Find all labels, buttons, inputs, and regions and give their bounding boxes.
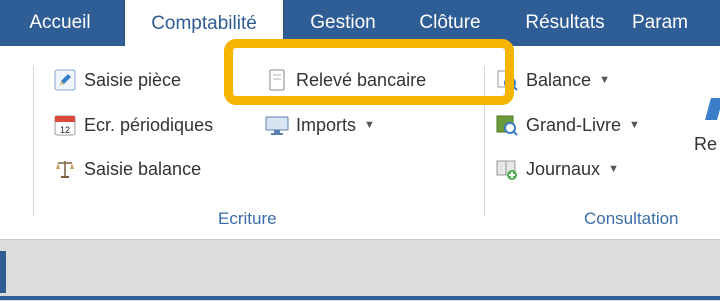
saisie-piece-label: Saisie pièce	[84, 69, 182, 90]
ledger-search-icon	[494, 112, 520, 138]
ribbon-separator-middle	[484, 66, 485, 216]
pencil-icon	[52, 67, 78, 93]
chevron-down-icon: ▼	[629, 119, 640, 131]
imports-label: Imports	[296, 114, 357, 135]
partial-report-label: Re	[694, 134, 718, 154]
tab-parametres[interactable]: Param	[632, 0, 720, 46]
journaux-label: Journaux	[526, 158, 601, 179]
saisie-piece-button[interactable]: Saisie pièce	[52, 67, 181, 93]
chevron-down-icon: ▼	[364, 119, 375, 131]
bottom-border	[0, 296, 720, 300]
partial-report-button[interactable]: Re	[694, 134, 717, 155]
ribbon-tab-bar: Accueil Comptabilité Gestion Clôture Rés…	[0, 0, 720, 48]
chevron-down-icon: ▼	[608, 163, 619, 175]
tab-accueil[interactable]: Accueil	[10, 0, 110, 46]
grand-livre-label: Grand-Livre	[526, 114, 622, 135]
left-accent-bar	[0, 251, 6, 293]
scales-icon	[52, 156, 78, 182]
releve-bancaire-button[interactable]: Relevé bancaire	[264, 67, 426, 93]
balance-report-icon	[494, 67, 520, 93]
releve-bancaire-label: Relevé bancaire	[296, 69, 427, 90]
tab-comptabilite[interactable]: Comptabilité	[124, 0, 284, 48]
content-area	[0, 239, 720, 301]
balance-dropdown[interactable]: Balance ▼	[494, 67, 610, 93]
document-icon	[264, 67, 290, 93]
tab-gestion[interactable]: Gestion	[296, 0, 390, 46]
group-label-consultation: Consultation	[584, 209, 679, 228]
partial-report-icon	[705, 98, 720, 120]
tab-resultats[interactable]: Résultats	[510, 0, 620, 46]
journaux-dropdown[interactable]: Journaux ▼	[494, 156, 619, 182]
grand-livre-dropdown[interactable]: Grand-Livre ▼	[494, 112, 640, 138]
chevron-down-icon: ▼	[599, 74, 610, 86]
saisie-balance-label: Saisie balance	[84, 158, 202, 179]
calendar-day-text: 12	[60, 125, 70, 135]
group-label-ecriture: Ecriture	[218, 209, 277, 228]
calendar-icon: 12	[52, 112, 78, 138]
journal-add-icon	[494, 156, 520, 182]
monitor-icon	[264, 112, 290, 138]
tab-cloture[interactable]: Clôture	[402, 0, 498, 46]
balance-label: Balance	[526, 69, 592, 90]
ecr-periodiques-label: Ecr. périodiques	[84, 114, 214, 135]
ribbon-separator-left	[33, 66, 34, 216]
saisie-balance-button[interactable]: Saisie balance	[52, 156, 201, 182]
imports-dropdown[interactable]: Imports ▼	[264, 112, 375, 138]
ribbon-panel: Saisie pièce 12 Ecr. périodiques Saisie …	[0, 46, 720, 239]
ecr-periodiques-button[interactable]: 12 Ecr. périodiques	[52, 112, 213, 138]
